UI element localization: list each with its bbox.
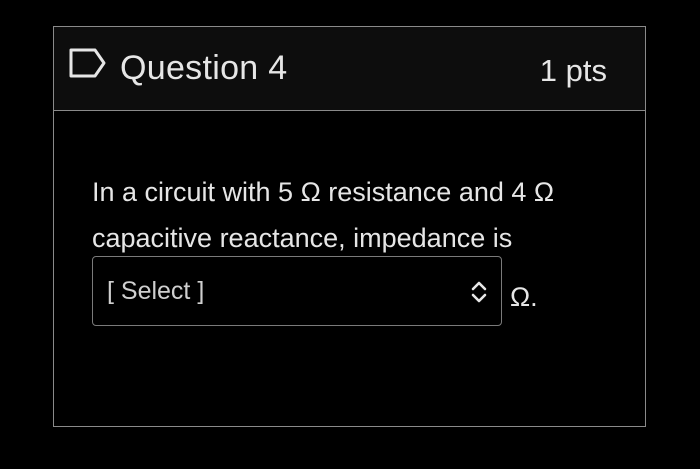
answer-select-value: [ Select ] — [107, 277, 205, 305]
flag-icon[interactable] — [68, 47, 108, 79]
question-points: 1 pts — [539, 53, 607, 88]
question-text: In a circuit with 5 Ω resistance and 4 Ω… — [92, 169, 612, 261]
question-text-line-1: In a circuit with 5 Ω resistance and 4 Ω — [92, 177, 555, 207]
question-title: Question 4 — [120, 49, 288, 87]
chevron-up-down-icon — [471, 281, 487, 303]
question-text-line-2: capacitive reactance, impedance is — [92, 223, 513, 253]
question-card: Question 4 1 pts In a circuit with 5 Ω r… — [53, 26, 646, 427]
question-header: Question 4 1 pts — [54, 27, 645, 111]
answer-unit: Ω. — [510, 282, 538, 312]
answer-select[interactable]: [ Select ] — [92, 256, 502, 326]
